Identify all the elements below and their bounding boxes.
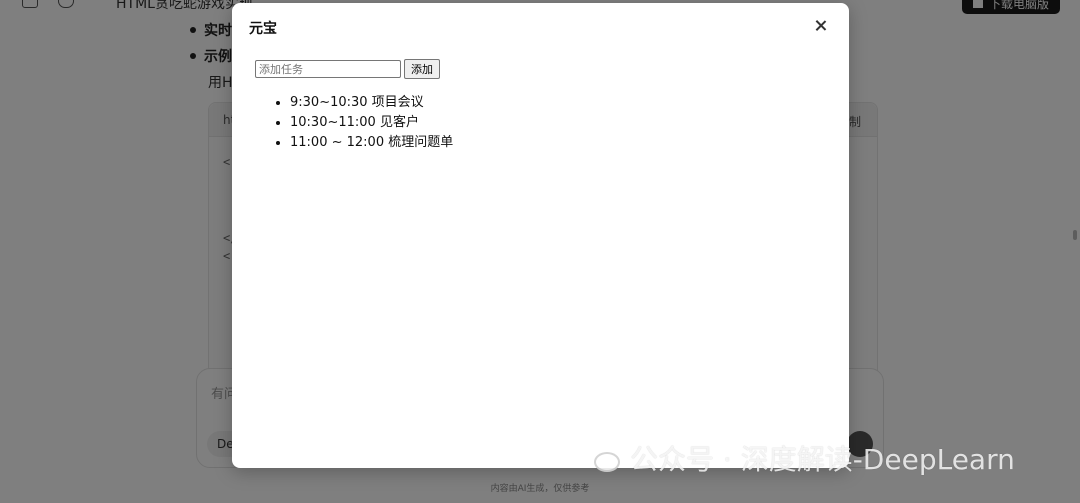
todo-modal: 元宝 添加 9:30~10:30 项目会议 10:30~11:00 见客户 11… bbox=[232, 3, 849, 468]
task-list: 9:30~10:30 项目会议 10:30~11:00 见客户 11:00 ~ … bbox=[290, 93, 453, 153]
task-input[interactable] bbox=[255, 60, 401, 78]
modal-title: 元宝 bbox=[249, 21, 277, 37]
add-task-button[interactable]: 添加 bbox=[404, 59, 440, 79]
watermark-text: 公众号 · 深度解读-DeepLearn bbox=[630, 443, 1015, 476]
task-form: 添加 bbox=[255, 59, 440, 79]
modal-header: 元宝 bbox=[232, 3, 849, 51]
task-item: 9:30~10:30 项目会议 bbox=[290, 93, 453, 113]
close-icon[interactable] bbox=[812, 17, 830, 35]
wechat-logo-icon bbox=[580, 442, 622, 474]
task-item: 10:30~11:00 见客户 bbox=[290, 113, 453, 133]
task-item: 11:00 ~ 12:00 梳理问题单 bbox=[290, 133, 453, 153]
watermark: 公众号 · 深度解读-DeepLearn bbox=[580, 438, 1015, 478]
